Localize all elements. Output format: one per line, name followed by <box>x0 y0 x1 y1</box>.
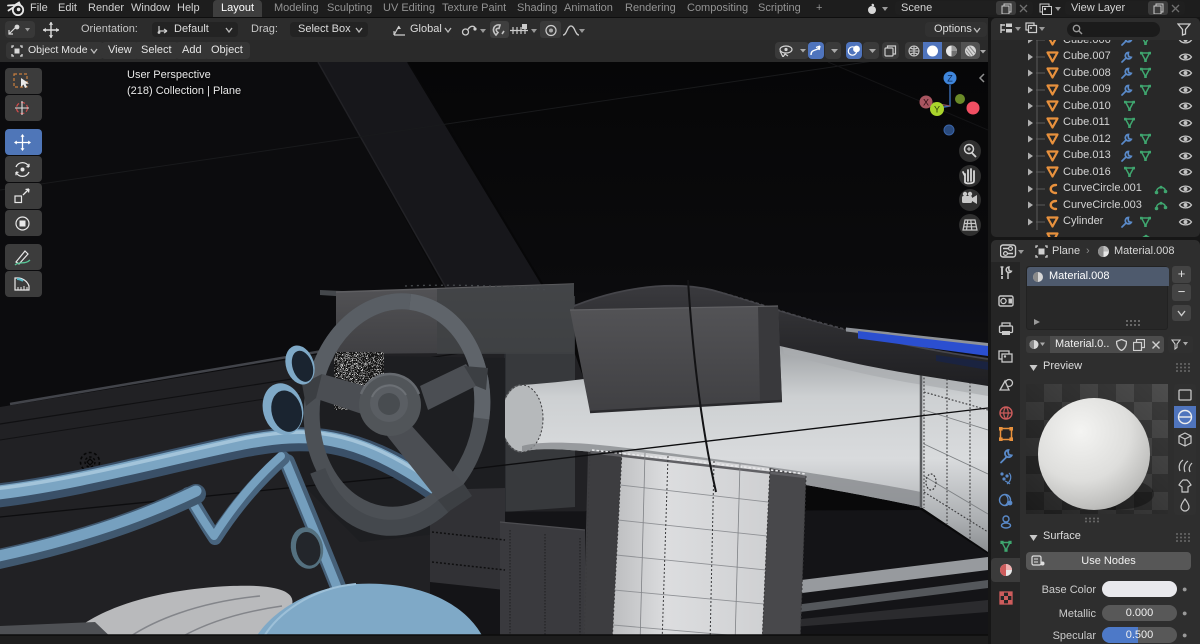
svg-text:Y: Y <box>934 105 940 115</box>
svg-text:Z: Z <box>947 74 953 84</box>
svg-text:X: X <box>923 98 929 108</box>
